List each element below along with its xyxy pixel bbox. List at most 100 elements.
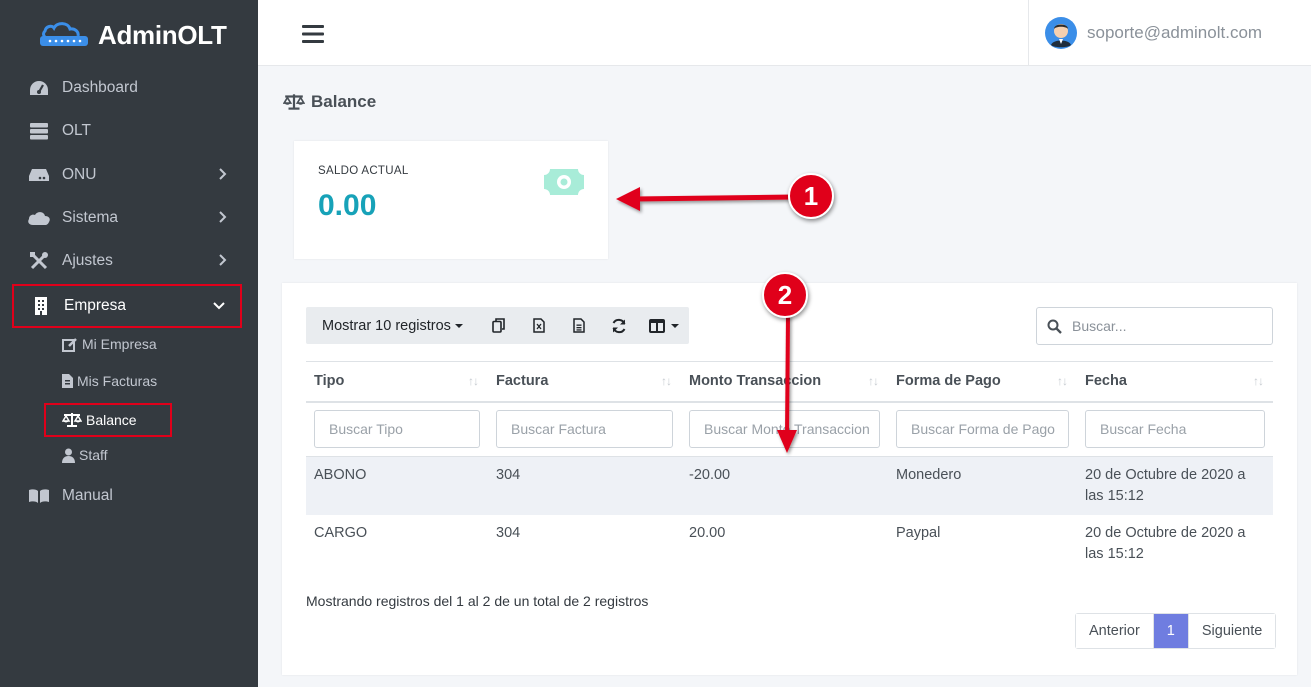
column-header-monto[interactable]: Monto Transaccion ↑↓ — [681, 361, 888, 403]
chevron-down-icon — [213, 302, 225, 310]
page-title: Balance — [283, 92, 376, 112]
sidebar-item-onu[interactable]: ONU — [12, 155, 242, 195]
filter-cell — [681, 401, 888, 457]
brand-name: AdminOLT — [98, 19, 227, 50]
book-open-icon — [26, 486, 52, 506]
building-icon — [28, 296, 54, 316]
column-header-label: Fecha — [1085, 373, 1127, 390]
info-box-label: SALDO ACTUAL — [318, 165, 409, 177]
sidebar-item-empresa[interactable]: Empresa — [12, 284, 242, 328]
pdf-export-button[interactable] — [559, 307, 599, 344]
search-icon — [1047, 319, 1062, 334]
sort-icon: ↑↓ — [468, 374, 479, 388]
annotation-badge-1: 1 — [788, 173, 834, 219]
sidebar-subitem-balance[interactable]: Balance — [44, 403, 172, 437]
page-length-dropdown[interactable]: Mostrar 10 registros — [306, 307, 479, 344]
info-box-value: 0.00 — [318, 189, 377, 222]
previous-page-button[interactable]: Anterior — [1076, 614, 1153, 648]
cloud-icon — [26, 208, 52, 228]
sort-icon: ↑↓ — [1057, 374, 1068, 388]
table-info-text: Mostrando registros del 1 al 2 de un tot… — [306, 593, 649, 609]
column-header-forma-pago[interactable]: Forma de Pago ↑↓ — [888, 361, 1077, 403]
sidebar-subitem-mi-empresa[interactable]: Mi Empresa — [62, 332, 157, 356]
filter-tipo-input[interactable] — [314, 410, 480, 449]
file-icon — [573, 318, 585, 333]
hamburger-menu-icon[interactable] — [302, 24, 324, 44]
sidebar: AdminOLT Dashboard OLT ONU Sistema Ajust… — [0, 0, 258, 687]
money-bill-icon — [544, 169, 584, 195]
top-navbar: soporte@adminolt.com — [258, 0, 1311, 66]
filter-cell — [488, 401, 681, 457]
sort-icon: ↑↓ — [661, 374, 672, 388]
cell-fecha: 20 de Octubre de 2020 a las 15:12 — [1085, 524, 1246, 562]
file-invoice-icon — [62, 374, 73, 388]
cell-forma-pago: Paypal — [896, 524, 941, 541]
annotation-arrow-1 — [616, 187, 796, 211]
balance-scale-icon — [62, 412, 82, 428]
sidebar-subitem-mis-facturas[interactable]: Mis Facturas — [62, 369, 157, 393]
user-email: soporte@adminolt.com — [1087, 23, 1263, 42]
brand[interactable]: AdminOLT — [0, 0, 258, 70]
column-header-label: Monto Transaccion — [689, 373, 822, 390]
avatar — [1045, 17, 1077, 49]
sidebar-item-dashboard[interactable]: Dashboard — [12, 68, 242, 108]
page-length-label: Mostrar 10 registros — [322, 317, 451, 334]
search-input[interactable] — [1072, 318, 1252, 334]
cell-factura: 304 — [496, 524, 521, 541]
edit-icon — [62, 337, 78, 352]
table-row: CARGO 304 20.00 Paypal 20 de Octubre de … — [306, 515, 1273, 573]
sidebar-subitem-label: Mi Empresa — [82, 336, 157, 352]
next-page-button[interactable]: Siguiente — [1187, 614, 1276, 648]
column-header-factura[interactable]: Factura ↑↓ — [488, 361, 681, 403]
sidebar-item-label: Empresa — [64, 297, 127, 314]
sidebar-item-ajustes[interactable]: Ajustes — [12, 241, 242, 281]
column-filter-row — [306, 401, 1273, 457]
column-header-fecha[interactable]: Fecha ↑↓ — [1077, 361, 1273, 403]
balance-scale-icon — [283, 94, 305, 110]
tachometer-icon — [26, 78, 52, 98]
cloud-router-logo-icon — [40, 22, 88, 46]
annotation-badge-2: 2 — [762, 272, 808, 318]
sidebar-item-label: OLT — [62, 122, 91, 139]
page-title-text: Balance — [311, 92, 377, 111]
copy-icon — [492, 318, 506, 333]
sidebar-item-label: Sistema — [62, 209, 118, 226]
hdd-icon — [26, 165, 52, 185]
pagination: Anterior 1 Siguiente — [1075, 613, 1277, 649]
cell-factura: 304 — [488, 456, 681, 515]
filter-cell — [306, 401, 488, 457]
filter-factura-input[interactable] — [496, 410, 673, 449]
column-visibility-button[interactable] — [639, 307, 689, 344]
balance-info-box: SALDO ACTUAL 0.00 — [294, 141, 608, 259]
sidebar-item-sistema[interactable]: Sistema — [12, 198, 242, 238]
chevron-right-icon — [219, 168, 227, 180]
filter-forma-pago-input[interactable] — [896, 410, 1069, 449]
sidebar-subitem-label: Staff — [79, 447, 108, 463]
excel-export-button[interactable] — [519, 307, 559, 344]
cell-forma-pago: Monedero — [888, 456, 1077, 515]
sidebar-item-label: ONU — [62, 166, 97, 183]
filter-monto-input[interactable] — [689, 410, 880, 449]
sidebar-item-label: Manual — [62, 487, 113, 504]
sort-icon: ↑↓ — [1253, 374, 1264, 388]
sidebar-subitem-label: Balance — [86, 412, 137, 428]
sidebar-item-olt[interactable]: OLT — [12, 111, 242, 151]
copy-button[interactable] — [479, 307, 519, 344]
chevron-right-icon — [219, 254, 227, 266]
page-1-button[interactable]: 1 — [1152, 614, 1188, 648]
sidebar-item-label: Ajustes — [62, 252, 113, 269]
column-header-tipo[interactable]: Tipo ↑↓ — [306, 361, 488, 403]
column-header-label: Forma de Pago — [896, 373, 1001, 390]
column-header-label: Factura — [496, 373, 549, 390]
caret-down-icon — [454, 323, 463, 328]
cell-monto: -20.00 — [681, 456, 888, 515]
filter-fecha-input[interactable] — [1085, 410, 1265, 449]
sort-icon: ↑↓ — [868, 374, 879, 388]
balance-table-card: Mostrar 10 registros Tipo ↑↓ Factura ↑↓ — [282, 283, 1297, 675]
reload-button[interactable] — [599, 307, 639, 344]
sidebar-subitem-staff[interactable]: Staff — [62, 443, 108, 467]
chevron-right-icon — [219, 211, 227, 223]
sidebar-item-manual[interactable]: Manual — [12, 476, 242, 516]
server-icon — [26, 121, 52, 141]
user-menu[interactable]: soporte@adminolt.com — [1028, 0, 1311, 66]
